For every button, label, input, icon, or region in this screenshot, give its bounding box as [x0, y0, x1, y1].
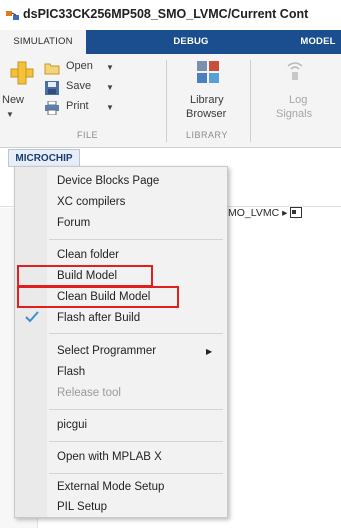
chevron-down-icon: ▼ [106, 103, 114, 112]
log-signals-label-line1: Log [289, 94, 308, 106]
menu-item-release-tool: Release tool [57, 387, 121, 399]
menu-separator [49, 409, 223, 410]
chevron-down-icon: ▼ [106, 83, 114, 92]
antenna-signal-icon [287, 62, 303, 80]
menu-item-forum[interactable]: Forum [57, 215, 90, 231]
library-browser-label-line1: Library [190, 94, 224, 106]
open-button[interactable]: Open ▼ [44, 60, 118, 78]
log-signals-label-line2: Signals [276, 108, 313, 120]
print-button[interactable]: Print ▼ [44, 100, 118, 118]
new-button-label: New [2, 94, 25, 106]
simulink-model-icon [6, 11, 19, 20]
menu-separator [49, 333, 223, 334]
menu-icon-gutter [15, 167, 47, 517]
breadcrumb[interactable]: MO_LVMC ▸ [228, 207, 303, 219]
title-bar: dsPIC33CK256MP508_SMO_LVMC/Current Cont [0, 0, 341, 30]
folder-icon [44, 63, 60, 75]
menu-item-xc-compilers[interactable]: XC compilers [57, 194, 125, 210]
menu-item-open-with-mplab-x[interactable]: Open with MPLAB X [57, 449, 162, 465]
library-browser-icon [197, 61, 219, 83]
chevron-down-icon: ▼ [6, 110, 14, 119]
floppy-disk-icon [45, 81, 59, 95]
menu-item-picgui[interactable]: picgui [57, 417, 87, 433]
ribbon-toolbar: New ▼ Open ▼ Save ▼ Print ▼ FILE Library… [0, 54, 341, 148]
model-block-icon [290, 207, 303, 218]
tab-debug[interactable]: DEBUG [160, 30, 222, 54]
window-title: dsPIC33CK256MP508_SMO_LVMC/Current Cont [23, 7, 309, 21]
open-button-label: Open [66, 60, 93, 72]
menu-item-flash[interactable]: Flash [57, 364, 85, 380]
menu-separator [49, 239, 223, 240]
print-button-label: Print [66, 100, 89, 112]
highlight-box-clean-build-model [17, 286, 179, 308]
new-model-icon [10, 61, 34, 85]
microchip-dropdown-menu: Device Blocks Page XC compilers Forum Cl… [14, 166, 228, 518]
log-signals-button[interactable]: Log Signals [256, 58, 336, 122]
menu-item-clean-folder[interactable]: Clean folder [57, 247, 119, 263]
ribbon-tab-strip: SIMULATION DEBUG MODEL [0, 30, 341, 54]
chevron-down-icon: ▼ [106, 63, 114, 72]
highlight-box-build-model [17, 265, 153, 287]
submenu-arrow-icon: ▶ [206, 347, 213, 356]
library-browser-label-line2: Browser [186, 108, 227, 120]
menu-item-device-blocks-page[interactable]: Device Blocks Page [57, 173, 159, 189]
menu-separator [49, 441, 223, 442]
library-group-label: LIBRARY [186, 130, 228, 140]
save-button[interactable]: Save ▼ [44, 80, 118, 98]
group-divider [250, 60, 251, 142]
checkmark-icon [25, 311, 39, 323]
menu-separator [49, 473, 223, 474]
new-button[interactable]: New ▼ [2, 58, 42, 122]
menu-item-flash-after-build[interactable]: Flash after Build [57, 310, 140, 326]
microchip-menu-tab[interactable]: MICROCHIP [8, 149, 80, 167]
menu-item-pil-setup[interactable]: PIL Setup [57, 499, 107, 515]
tab-model[interactable]: MODEL [288, 30, 341, 54]
library-browser-button[interactable]: Library Browser [172, 58, 244, 122]
breadcrumb-text: MO_LVMC ▸ [228, 207, 288, 219]
tab-simulation[interactable]: SIMULATION [0, 30, 86, 54]
save-button-label: Save [66, 80, 92, 92]
group-divider [166, 60, 167, 142]
menu-item-select-programmer[interactable]: Select Programmer [57, 343, 156, 359]
printer-icon [45, 101, 59, 115]
file-group-label: FILE [77, 130, 99, 140]
menu-item-external-mode-setup[interactable]: External Mode Setup [57, 479, 164, 495]
